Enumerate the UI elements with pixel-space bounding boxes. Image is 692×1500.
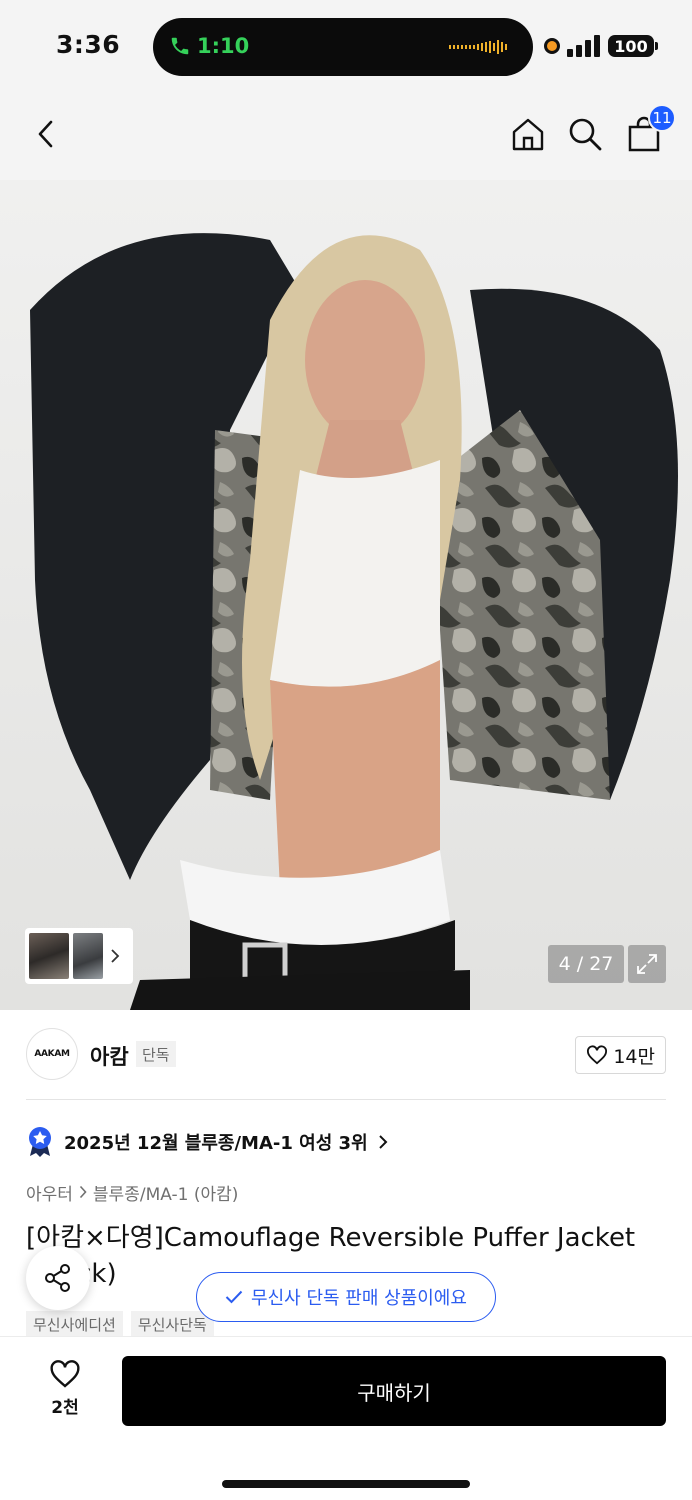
brand-logo[interactable]: AAKAM (26, 1028, 78, 1080)
ranking-text: 2025년 12월 블루종/MA-1 여성 3위 (64, 1133, 368, 1154)
brand-like-count: 14만 (613, 1045, 655, 1068)
breadcrumb: 아우터 블루종/MA-1 (아캄) (26, 1178, 238, 1206)
ranking-link[interactable]: 2025년 12월 블루종/MA-1 여성 3위 (26, 1124, 388, 1160)
wishlist-count: 2천 (51, 1398, 79, 1418)
toast-text: 무신사 단독 판매 상품이에요 (251, 1288, 467, 1309)
phone-icon (171, 37, 189, 55)
heart-icon (50, 1360, 80, 1388)
brand-name[interactable]: 아캄 (90, 1041, 129, 1071)
battery-nub (655, 42, 658, 50)
expand-image-button[interactable] (628, 945, 666, 983)
buy-button[interactable]: 구매하기 (122, 1356, 666, 1426)
share-button[interactable] (26, 1246, 90, 1310)
tag-musinsa-exclusive: 무신사단독 (130, 1311, 214, 1337)
exclusive-sale-toast: 무신사 단독 판매 상품이에요 (196, 1272, 496, 1322)
nav-bar: 11 (0, 92, 692, 180)
chevron-right-icon (111, 949, 120, 963)
heart-icon (587, 1045, 608, 1065)
divider (26, 1099, 666, 1100)
thumbnail-image[interactable] (73, 933, 103, 979)
home-indicator[interactable] (222, 1480, 470, 1488)
exclusive-badge: 단독 (136, 1041, 176, 1067)
product-tags: 무신사에디션 무신사단독 (26, 1311, 214, 1337)
thumbnail-more-button[interactable] (107, 948, 123, 964)
product-photo (0, 180, 692, 1010)
search-button[interactable] (563, 112, 607, 156)
thumbnail-strip[interactable] (25, 928, 133, 984)
cart-count-badge: 11 (648, 104, 676, 132)
search-icon (569, 118, 602, 151)
status-time: 3:36 (56, 30, 121, 59)
expand-icon (637, 954, 657, 974)
thumbnail-image[interactable] (29, 933, 69, 979)
bottom-action-bar: 2천 구매하기 (0, 1336, 692, 1500)
breadcrumb-item-subcategory[interactable]: 블루종/MA-1 (아캄) (93, 1180, 238, 1205)
product-image-carousel[interactable]: 4 / 27 (0, 180, 692, 1010)
ranking-medal-icon (29, 1127, 51, 1157)
chevron-right-icon (79, 1185, 87, 1199)
wishlist-button[interactable]: 2천 (36, 1359, 94, 1418)
home-icon (512, 118, 544, 151)
cart-button[interactable]: 11 (622, 104, 676, 156)
home-button[interactable] (506, 112, 550, 156)
dynamic-island-call[interactable]: 1:10 (153, 18, 533, 76)
share-icon (45, 1264, 70, 1292)
tag-musinsa-edition: 무신사에디션 (26, 1311, 123, 1337)
battery-icon: 100 (608, 35, 654, 57)
audio-wave-icon (449, 40, 507, 54)
system-icons: 100 (544, 34, 658, 58)
back-button[interactable] (24, 112, 68, 156)
image-counter: 4 / 27 (548, 945, 624, 983)
signal-icon (567, 35, 600, 57)
chevron-right-icon (378, 1135, 388, 1149)
status-bar: 3:36 1:10 100 (0, 0, 692, 92)
recording-indicator-icon (544, 38, 560, 54)
call-timer: 1:10 (197, 34, 250, 58)
breadcrumb-item-category[interactable]: 아우터 (26, 1180, 73, 1205)
brand-like-button[interactable]: 14만 (575, 1036, 666, 1074)
chevron-left-icon (38, 120, 53, 148)
checkmark-icon (225, 1290, 243, 1304)
brand-row: AAKAM 아캄 단독 14만 (0, 1010, 692, 1100)
